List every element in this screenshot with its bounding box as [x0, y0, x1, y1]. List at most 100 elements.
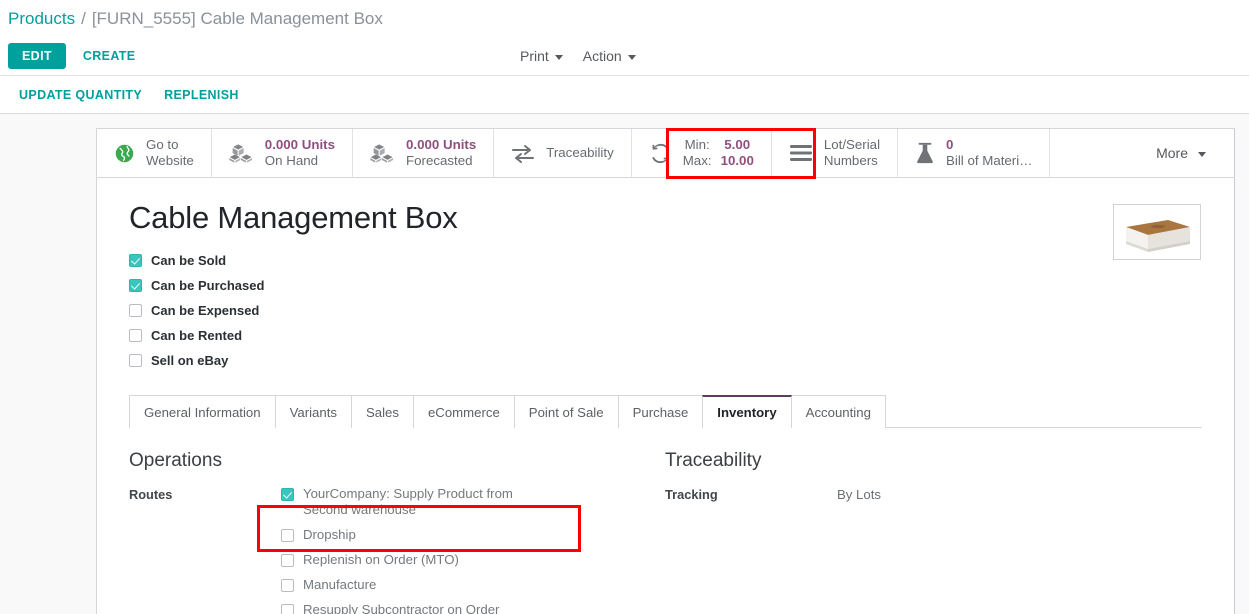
routes-field: Routes YourCompany: Supply Product from … — [129, 486, 665, 614]
stat-button-lot-serial-numbers[interactable]: Lot/Serial Numbers — [772, 129, 898, 177]
checkbox-can-be-expensed[interactable] — [129, 304, 142, 317]
boxes-icon — [229, 143, 254, 164]
stat-value: 0.000 Units — [265, 137, 335, 152]
control-panel: Products / [FURN_5555] Cable Management … — [0, 0, 1249, 114]
flag-row-can-be-expensed[interactable]: Can be Expensed — [129, 298, 458, 323]
tracking-label: Tracking — [665, 486, 817, 502]
checkbox-route-dropship[interactable] — [281, 529, 294, 542]
stat-button-go-to-website[interactable]: Go to Website — [97, 129, 212, 177]
route-label: Replenish on Order (MTO) — [303, 552, 459, 568]
flag-label: Can be Expensed — [151, 303, 259, 318]
route-label: Manufacture — [303, 577, 376, 593]
stat-value: 0.000 Units — [406, 137, 476, 152]
flag-row-can-be-sold[interactable]: Can be Sold — [129, 248, 458, 273]
control-panel-buttons: EDIT CREATE Print Action — [0, 37, 1249, 75]
title-row: Cable Management Box Can be Sold Can be … — [129, 196, 1202, 373]
traceability-title: Traceability — [665, 450, 1185, 473]
create-button[interactable]: CREATE — [72, 43, 147, 69]
tab-inventory[interactable]: Inventory — [702, 395, 791, 428]
action-label: Action — [583, 48, 622, 64]
exchange-icon — [511, 143, 535, 163]
stat-line-2: Forecasted — [406, 153, 473, 168]
flag-label: Can be Rented — [151, 328, 242, 343]
boxes-icon — [370, 143, 395, 164]
refresh-icon — [649, 143, 672, 164]
stat-button-bill-of-materials[interactable]: 0 Bill of Materi… — [898, 129, 1050, 177]
title-and-flags: Cable Management Box Can be Sold Can be … — [129, 196, 458, 373]
min-label: Min: — [683, 137, 712, 153]
max-label: Max: — [683, 153, 712, 169]
checkbox-route-resupply-subcontractor[interactable] — [281, 604, 294, 614]
min-max-values: Min: 5.00 Max: 10.00 — [683, 137, 754, 169]
flag-label: Can be Sold — [151, 253, 226, 268]
more-dropdown-button[interactable]: More — [1128, 129, 1234, 177]
traceability-group: Traceability Tracking By Lots — [665, 450, 1185, 614]
notebook-tabs: General Information Variants Sales eComm… — [129, 395, 1202, 428]
stat-button-text: 0.000 Units On Hand — [265, 137, 335, 169]
stat-button-forecasted[interactable]: 0.000 Units Forecasted — [353, 129, 494, 177]
route-row-dropship[interactable]: Dropship — [281, 527, 665, 543]
breadcrumb-products-link[interactable]: Products — [8, 9, 75, 29]
checkbox-route-replenish-on-order[interactable] — [281, 554, 294, 567]
stat-button-on-hand[interactable]: 0.000 Units On Hand — [212, 129, 353, 177]
form-sheet: Go to Website — [96, 128, 1235, 614]
page-body: Go to Website — [0, 114, 1249, 614]
stat-line-2: Bill of Materi… — [946, 153, 1032, 168]
flag-row-can-be-purchased[interactable]: Can be Purchased — [129, 273, 458, 298]
tab-sales[interactable]: Sales — [351, 395, 414, 428]
tracking-value[interactable]: By Lots — [837, 486, 881, 502]
chevron-down-icon — [1198, 152, 1206, 157]
stat-line-1: Lot/Serial — [824, 137, 880, 152]
stat-button-text: Go to Website — [146, 137, 194, 169]
tab-point-of-sale[interactable]: Point of Sale — [514, 395, 619, 428]
product-image[interactable] — [1113, 204, 1201, 260]
control-panel-dropdowns: Print Action — [520, 37, 636, 75]
stat-button-text: Lot/Serial Numbers — [824, 137, 880, 169]
tab-ecommerce[interactable]: eCommerce — [413, 395, 515, 428]
routes-checkbox-list: YourCompany: Supply Product from Second … — [281, 486, 665, 614]
route-label: Dropship — [303, 527, 356, 543]
stat-line-1: Traceability — [546, 145, 614, 160]
more-label: More — [1156, 145, 1188, 161]
route-row-manufacture[interactable]: Manufacture — [281, 577, 665, 593]
checkbox-can-be-rented[interactable] — [129, 329, 142, 342]
update-quantity-button[interactable]: UPDATE QUANTITY — [8, 82, 153, 108]
stat-line-1: Go to — [146, 137, 179, 152]
checkbox-route-supply-from-second-warehouse[interactable] — [281, 488, 294, 501]
action-dropdown[interactable]: Action — [583, 48, 636, 64]
stat-button-text: 0.000 Units Forecasted — [406, 137, 476, 169]
flag-row-sell-on-ebay[interactable]: Sell on eBay — [129, 348, 458, 373]
checkbox-route-manufacture[interactable] — [281, 579, 294, 592]
print-label: Print — [520, 48, 549, 64]
tab-variants[interactable]: Variants — [275, 395, 352, 428]
route-row-replenish-on-order-mto[interactable]: Replenish on Order (MTO) — [281, 552, 665, 568]
routes-label: Routes — [129, 486, 281, 502]
checkbox-can-be-sold[interactable] — [129, 254, 142, 267]
tracking-value-wrap: By Lots — [817, 486, 881, 504]
route-row-resupply-subcontractor-on-order[interactable]: Resupply Subcontractor on Order — [281, 602, 665, 614]
route-row-supply-from-second-warehouse[interactable]: YourCompany: Supply Product from Second … — [281, 486, 665, 518]
flag-row-can-be-rented[interactable]: Can be Rented — [129, 323, 458, 348]
breadcrumb-separator: / — [81, 9, 86, 29]
stat-button-min-max-rules[interactable]: Min: 5.00 Max: 10.00 — [632, 129, 772, 177]
stat-button-bar: Go to Website — [97, 129, 1234, 178]
tab-accounting[interactable]: Accounting — [791, 395, 886, 428]
operations-group: Operations Routes YourCompany: Supply Pr… — [129, 450, 665, 614]
flask-icon — [915, 142, 935, 164]
edit-button[interactable]: EDIT — [8, 43, 66, 69]
product-flag-list: Can be Sold Can be Purchased Can be Expe… — [129, 248, 458, 373]
replenish-button[interactable]: REPLENISH — [153, 82, 250, 108]
tab-general-information[interactable]: General Information — [129, 395, 276, 428]
chevron-down-icon — [628, 55, 636, 60]
checkbox-sell-on-ebay[interactable] — [129, 354, 142, 367]
breadcrumb: Products / [FURN_5555] Cable Management … — [0, 0, 1249, 37]
stat-value: 0 — [946, 137, 953, 152]
stat-line-2: On Hand — [265, 153, 318, 168]
tab-purchase[interactable]: Purchase — [618, 395, 704, 428]
checkbox-can-be-purchased[interactable] — [129, 279, 142, 292]
route-label: YourCompany: Supply Product from Second … — [303, 486, 561, 518]
print-dropdown[interactable]: Print — [520, 48, 563, 64]
stat-button-traceability[interactable]: Traceability — [494, 129, 632, 177]
bars-icon — [789, 144, 813, 162]
operations-title: Operations — [129, 450, 665, 473]
